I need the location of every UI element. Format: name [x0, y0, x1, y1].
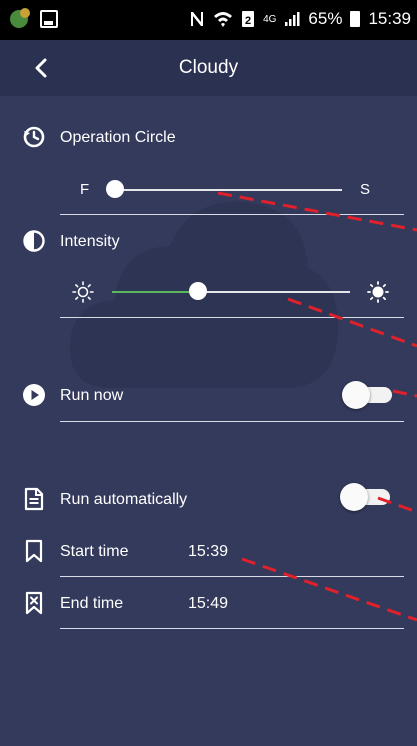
- network-type-label: 4G: [263, 13, 277, 25]
- clock: 15:39: [368, 9, 411, 28]
- cloudy-settings-screen: Cloudy Operation Circle F S Intensity Ru…: [0, 40, 417, 746]
- status-bar: 2 4G 65% 15:39: [0, 0, 417, 40]
- signal-icon: [285, 12, 300, 26]
- sim-2-icon: 2: [242, 11, 255, 27]
- svg-text:2: 2: [245, 15, 251, 27]
- app-notification-icon: [10, 8, 30, 28]
- nfc-icon: [191, 12, 204, 26]
- battery-percent: 65%: [308, 9, 343, 28]
- annotation-overlay: [217, 191, 417, 622]
- wifi-icon: [214, 12, 233, 27]
- gallery-notification-icon: [40, 10, 58, 28]
- battery-icon: [350, 11, 361, 27]
